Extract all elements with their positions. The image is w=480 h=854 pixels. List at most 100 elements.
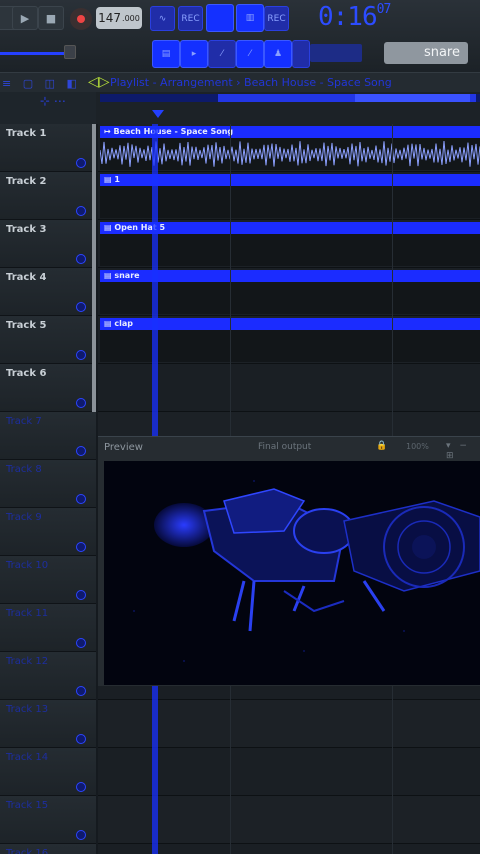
mixer-button[interactable]: ⁄ (236, 40, 264, 68)
track-name: Track 5 (6, 320, 47, 331)
arrow-icon[interactable]: ◁▷ (88, 74, 110, 90)
pattern-dim-field (310, 44, 362, 62)
track-resize-grip[interactable] (92, 172, 96, 220)
track-header[interactable]: Track 6 (0, 364, 96, 412)
playhead-marker[interactable] (152, 110, 164, 118)
track-resize-grip[interactable] (92, 268, 96, 316)
scroll-thumb-highlight[interactable] (355, 94, 470, 102)
track-name: Track 7 (6, 416, 42, 427)
wait-input-button[interactable]: REC (178, 6, 203, 31)
track-name: Track 1 (6, 128, 47, 139)
loop-record-button[interactable]: REC (264, 6, 289, 31)
track-header[interactable]: Track 9 (0, 508, 96, 556)
track-enable-button[interactable] (76, 830, 86, 840)
browser-button[interactable]: ♟ (264, 40, 292, 68)
track-resize-grip[interactable] (92, 364, 96, 412)
track-name: Track 4 (6, 272, 47, 283)
track-enable-button[interactable] (76, 542, 86, 552)
track-name: Track 12 (6, 656, 49, 667)
master-volume-knob[interactable] (64, 45, 76, 59)
record-icon[interactable] (70, 8, 92, 30)
main-toolbar: ▶ ■ 147.000 ∿ REC ▥ REC 0:1607 ▤ ▸ ⁄ ⁄ ♟… (0, 0, 480, 72)
pattern-selector[interactable]: snare (384, 42, 468, 64)
audio-clip-icon: ↦ (104, 127, 114, 136)
plugin-picker-button[interactable] (292, 40, 310, 68)
track-header[interactable]: Track 3 (0, 220, 96, 268)
time-display[interactable]: 0:1607 (318, 2, 406, 34)
track-header[interactable]: Track 15 (0, 796, 96, 844)
track-name: Track 6 (6, 368, 47, 379)
preview-window: Preview Final output 🔒 100% ▾ − ⊞ (98, 436, 480, 686)
track-name: Track 10 (6, 560, 49, 571)
snap-icon[interactable]: ⊹ ⋯ (40, 94, 66, 108)
track-name: Track 8 (6, 464, 42, 475)
clip-name: clap (114, 319, 133, 328)
track-resize-grip[interactable] (92, 316, 96, 364)
track-resize-grip[interactable] (92, 124, 96, 172)
track-enable-button[interactable] (76, 734, 86, 744)
track-header[interactable]: Track 16 (0, 844, 96, 854)
track-enable-button[interactable] (76, 686, 86, 696)
tempo-decimal: .000 (122, 13, 140, 23)
pattern-clip-icon: ▤ (104, 223, 115, 232)
track-header[interactable]: Track 10 (0, 556, 96, 604)
channel-rack-button[interactable]: ⁄ (208, 40, 236, 68)
tempo-display[interactable]: 147.000 (96, 7, 142, 29)
tempo-value: 147 (98, 11, 122, 25)
track-resize-grip[interactable] (92, 220, 96, 268)
track-enable-button[interactable] (76, 398, 86, 408)
blend-notes-button[interactable]: ▥ (236, 4, 264, 32)
playlist-tools[interactable]: ≡ ▢ ◫ ◧ (2, 77, 81, 90)
playlist-title: Playlist - Arrangement › Beach House - S… (110, 76, 392, 89)
track-enable-button[interactable] (76, 158, 86, 168)
settings-icon[interactable]: ▾ − ⊞ (446, 441, 480, 461)
track-enable-button[interactable] (76, 494, 86, 504)
track-header[interactable]: Track 2 (0, 172, 96, 220)
track-header[interactable]: Track 11 (0, 604, 96, 652)
playlist-button[interactable]: ▤ (152, 40, 180, 68)
pattern-clip-icon: ▤ (104, 319, 115, 328)
play-icon[interactable]: ▶ (12, 6, 38, 30)
track-enable-button[interactable] (76, 782, 86, 792)
track-list: Track 1 Track 2 Track 3 Track 4 Track 5 Track… (0, 124, 96, 854)
track-enable-button[interactable] (76, 254, 86, 264)
track-name: Track 16 (6, 848, 49, 854)
track-enable-button[interactable] (76, 302, 86, 312)
track-enable-button[interactable] (76, 206, 86, 216)
track-enable-button[interactable] (76, 638, 86, 648)
countdown-button[interactable] (206, 4, 234, 32)
preview-output-label: Final output (258, 442, 312, 452)
track-enable-button[interactable] (76, 350, 86, 360)
track-header[interactable]: Track 4 (0, 268, 96, 316)
clip-name: 1 (114, 175, 120, 184)
track-header[interactable]: Track 13 (0, 700, 96, 748)
track-name: Track 11 (6, 608, 49, 619)
track-name: Track 14 (6, 752, 49, 763)
preview-title: Preview (104, 442, 143, 453)
track-header[interactable]: Track 5 (0, 316, 96, 364)
track-name: Track 3 (6, 224, 47, 235)
track-enable-button[interactable] (76, 446, 86, 456)
video-preview (104, 461, 480, 685)
stop-icon[interactable]: ■ (38, 6, 64, 30)
track-header[interactable]: Track 8 (0, 460, 96, 508)
track-header[interactable]: Track 14 (0, 748, 96, 796)
clip-name: snare (114, 271, 140, 280)
lock-icon[interactable]: 🔒 (376, 441, 387, 451)
track-header[interactable]: Track 1 (0, 124, 96, 172)
preview-zoom[interactable]: 100% (406, 442, 429, 451)
timeline-ruler[interactable]: ⊹ ⋯ (0, 92, 480, 124)
track-name: Track 2 (6, 176, 47, 187)
track-name: Track 13 (6, 704, 49, 715)
time-sub: 07 (376, 2, 392, 17)
track-name: Track 15 (6, 800, 49, 811)
track-header[interactable]: Track 7 (0, 412, 96, 460)
track-header[interactable]: Track 12 (0, 652, 96, 700)
piano-roll-button[interactable]: ▸ (180, 40, 208, 68)
track-name: Track 9 (6, 512, 42, 523)
track-enable-button[interactable] (76, 590, 86, 600)
clip-name: Beach House - Space Song (113, 127, 234, 136)
time-main: 0:16 (318, 2, 378, 32)
metronome-button[interactable]: ∿ (150, 6, 175, 31)
fl-studio-window: { "toolbar": { "tempo_value": "147", "te… (0, 0, 480, 854)
